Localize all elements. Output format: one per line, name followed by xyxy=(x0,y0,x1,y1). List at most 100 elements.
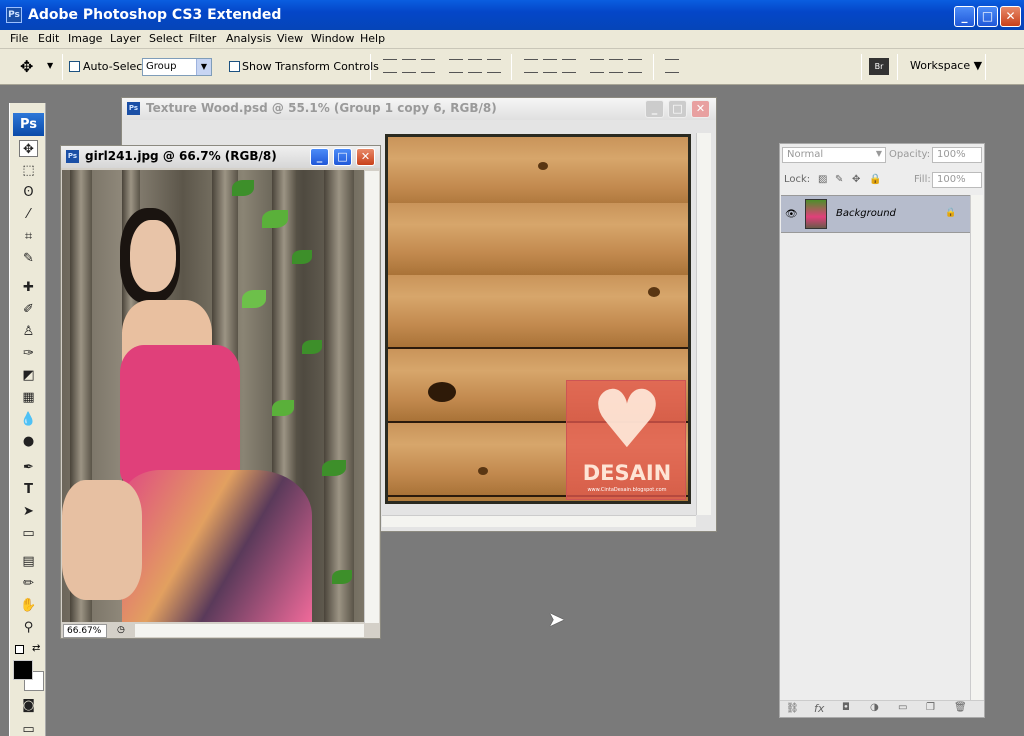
girl-horizontal-scrollbar[interactable] xyxy=(135,624,364,637)
foreground-color-swatch[interactable] xyxy=(13,660,33,680)
dodge-tool-icon[interactable]: ● xyxy=(19,433,38,450)
girl-minimize-button[interactable]: _ xyxy=(310,148,329,166)
menu-view[interactable]: View xyxy=(277,32,303,45)
visibility-eye-icon[interactable]: 👁 xyxy=(785,209,798,220)
magic-wand-tool-icon[interactable]: ⁄ xyxy=(19,206,38,223)
distribute-hcenter-icon[interactable] xyxy=(609,59,623,73)
clone-stamp-tool-icon[interactable]: ♙ xyxy=(19,323,38,340)
app-title-bar: Ps Adobe Photoshop CS3 Extended _ □ ✕ xyxy=(0,0,1024,30)
maximize-button[interactable]: □ xyxy=(977,6,998,27)
fill-field[interactable]: 100% xyxy=(932,172,982,188)
swap-colors-icon[interactable]: ⇄ xyxy=(32,643,40,654)
menu-analysis[interactable]: Analysis xyxy=(226,32,271,45)
auto-align-icon[interactable] xyxy=(665,59,679,73)
opacity-value: 100% xyxy=(937,149,966,160)
menu-layer[interactable]: Layer xyxy=(110,32,141,45)
preset-dropdown-arrow-icon[interactable]: ▼ xyxy=(47,61,53,70)
add-mask-icon[interactable]: ◘ xyxy=(842,702,850,713)
status-info-icon[interactable]: ◷ xyxy=(117,625,125,635)
wood-maximize-button[interactable]: □ xyxy=(668,100,687,118)
zoom-tool-icon[interactable]: ⚲ xyxy=(19,619,38,636)
path-selection-tool-icon[interactable]: ➤ xyxy=(19,503,38,520)
lock-position-icon[interactable]: ✥ xyxy=(852,174,860,185)
hand-tool-icon[interactable]: ✋ xyxy=(19,597,38,614)
girl-maximize-button[interactable]: □ xyxy=(333,148,352,166)
menu-window[interactable]: Window xyxy=(311,32,354,45)
align-right-icon[interactable] xyxy=(487,59,501,73)
brush-tool-icon[interactable]: ✐ xyxy=(19,301,38,318)
girl-close-button[interactable]: ✕ xyxy=(356,148,375,166)
crop-tool-icon[interactable]: ⌗ xyxy=(19,228,38,245)
new-group-icon[interactable]: ▭ xyxy=(898,702,907,713)
wood-title-bar[interactable]: Ps Texture Wood.psd @ 55.1% (Group 1 cop… xyxy=(122,98,716,120)
eraser-tool-icon[interactable]: ◩ xyxy=(19,367,38,384)
close-button[interactable]: ✕ xyxy=(1000,6,1021,27)
lock-label: Lock: xyxy=(784,174,811,185)
distribute-left-icon[interactable] xyxy=(590,59,604,73)
girl-vertical-scrollbar[interactable] xyxy=(364,171,379,623)
fill-value: 100% xyxy=(937,174,966,185)
adjustment-layer-icon[interactable]: ◑ xyxy=(870,702,879,713)
menu-edit[interactable]: Edit xyxy=(38,32,59,45)
healing-brush-tool-icon[interactable]: ✚ xyxy=(19,279,38,296)
bridge-icon[interactable]: Br xyxy=(869,58,889,75)
distribute-top-icon[interactable] xyxy=(524,59,538,73)
menu-file[interactable]: File xyxy=(10,32,28,45)
align-bottom-icon[interactable] xyxy=(421,59,435,73)
wood-horizontal-scrollbar[interactable] xyxy=(382,515,696,527)
layer-row-background[interactable]: 👁 Background 🔒 xyxy=(781,195,970,233)
lock-image-icon[interactable]: ✎ xyxy=(835,174,843,185)
marquee-tool-icon[interactable]: ⬚ xyxy=(19,162,38,179)
wood-canvas[interactable]: ♥ DESAIN www.CintaDesain.blogspot.com xyxy=(385,134,691,504)
girl-photo-canvas[interactable] xyxy=(62,170,364,622)
menu-filter[interactable]: Filter xyxy=(189,32,216,45)
lasso-tool-icon[interactable]: ʘ xyxy=(19,184,38,201)
move-tool-preset-icon[interactable]: ✥ xyxy=(20,57,33,76)
wood-close-button[interactable]: ✕ xyxy=(691,100,710,118)
show-transform-checkbox[interactable] xyxy=(229,61,240,72)
menu-help[interactable]: Help xyxy=(360,32,385,45)
move-tool-icon[interactable]: ✥ xyxy=(19,140,38,157)
align-left-icon[interactable] xyxy=(449,59,463,73)
distribute-bottom-icon[interactable] xyxy=(562,59,576,73)
auto-select-dropdown[interactable]: Group ▼ xyxy=(142,58,212,76)
blur-tool-icon[interactable]: 💧 xyxy=(19,411,38,428)
slice-tool-icon[interactable]: ✎ xyxy=(19,250,38,267)
workspace-button[interactable]: Workspace ▼ xyxy=(910,59,982,72)
wood-minimize-button[interactable]: _ xyxy=(645,100,664,118)
notes-tool-icon[interactable]: ▤ xyxy=(19,553,38,570)
new-layer-icon[interactable]: ❐ xyxy=(926,702,935,713)
girl-title-bar[interactable]: Ps girl241.jpg @ 66.7% (RGB/8) _ □ ✕ xyxy=(61,146,380,168)
gradient-tool-icon[interactable]: ▦ xyxy=(19,389,38,406)
distribute-right-icon[interactable] xyxy=(628,59,642,73)
menu-select[interactable]: Select xyxy=(149,32,183,45)
distribute-vcenter-icon[interactable] xyxy=(543,59,557,73)
history-brush-tool-icon[interactable]: ✑ xyxy=(19,345,38,362)
auto-select-checkbox[interactable] xyxy=(69,61,80,72)
link-layers-icon[interactable]: ⛓ xyxy=(786,703,799,714)
photoshop-doc-icon: Ps xyxy=(127,102,140,115)
minimize-button[interactable]: _ xyxy=(954,6,975,27)
menu-image[interactable]: Image xyxy=(68,32,102,45)
lock-transparent-icon[interactable]: ▨ xyxy=(818,174,827,185)
desain-watermark: ♥ DESAIN www.CintaDesain.blogspot.com xyxy=(566,380,686,500)
blend-mode-dropdown[interactable]: Normal ▼ xyxy=(782,147,886,163)
zoom-level-field[interactable]: 66.67% xyxy=(63,624,107,638)
type-tool-icon[interactable]: T xyxy=(19,481,38,498)
chevron-down-icon: ▼ xyxy=(875,149,882,158)
eyedropper-tool-icon[interactable]: ✏ xyxy=(19,575,38,592)
pen-tool-icon[interactable]: ✒ xyxy=(19,459,38,476)
delete-layer-icon[interactable]: 🗑 xyxy=(954,702,967,713)
screen-mode-icon[interactable]: ▭ xyxy=(19,721,38,736)
align-hcenter-icon[interactable] xyxy=(468,59,482,73)
quick-mask-icon[interactable]: ◙ xyxy=(19,697,38,714)
lock-all-icon[interactable]: 🔒 xyxy=(869,174,881,185)
align-top-icon[interactable] xyxy=(383,59,397,73)
rectangle-tool-icon[interactable]: ▭ xyxy=(19,525,38,542)
layer-style-icon[interactable]: fx xyxy=(814,702,824,715)
wood-vertical-scrollbar[interactable] xyxy=(696,133,711,515)
default-colors-icon[interactable] xyxy=(15,645,24,654)
opacity-field[interactable]: 100% xyxy=(932,147,982,163)
align-vcenter-icon[interactable] xyxy=(402,59,416,73)
layers-scrollbar[interactable] xyxy=(970,195,983,700)
